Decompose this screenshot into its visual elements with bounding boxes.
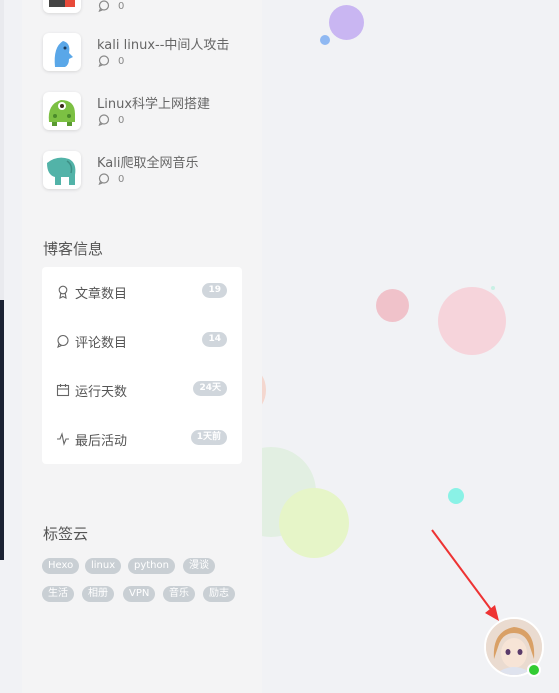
tag[interactable]: 励志 xyxy=(203,586,235,602)
post-meta: 0 xyxy=(98,173,124,185)
post-thumbnail xyxy=(43,0,81,13)
comment-icon xyxy=(98,55,110,67)
info-row-comment-count: 评论数目 14 xyxy=(42,326,242,356)
info-row-last-activity: 最后活动 1天前 xyxy=(42,424,242,454)
comment-icon xyxy=(98,114,110,126)
info-row-running-days: 运行天数 24天 xyxy=(42,375,242,405)
post-meta: 0 xyxy=(98,114,124,126)
comment-icon xyxy=(98,0,110,12)
bg-bubble xyxy=(329,5,364,40)
bg-bubble xyxy=(448,488,464,504)
tag[interactable]: 相册 xyxy=(82,586,114,602)
page-edge-dark xyxy=(0,300,4,560)
calendar-icon xyxy=(56,384,70,397)
post-item[interactable]: Kali爬取全网音乐 0 xyxy=(43,151,258,195)
post-title[interactable]: Linux科学上网搭建 xyxy=(97,93,210,112)
post-thumbnail xyxy=(43,151,81,189)
bg-bubble xyxy=(376,289,409,322)
info-badge: 14 xyxy=(202,332,227,347)
tag[interactable]: linux xyxy=(85,558,122,574)
blog-info-title: 博客信息 xyxy=(43,240,104,258)
post-thumbnail xyxy=(43,33,81,71)
info-label: 运行天数 xyxy=(75,385,128,400)
page-edge xyxy=(0,0,4,300)
info-badge: 19 xyxy=(202,283,227,298)
activity-icon xyxy=(57,432,69,446)
post-thumbnail xyxy=(43,92,81,130)
comment-count: 0 xyxy=(118,55,125,67)
comment-count: 0 xyxy=(118,0,125,12)
tag[interactable]: python xyxy=(128,558,175,574)
tag[interactable]: 音乐 xyxy=(163,586,195,602)
info-badge: 24天 xyxy=(193,381,227,396)
info-label: 最后活动 xyxy=(75,434,128,449)
comment-count: 0 xyxy=(118,114,125,126)
tag[interactable]: 生活 xyxy=(42,586,74,602)
comment-icon xyxy=(57,334,69,348)
tag[interactable]: Hexo xyxy=(42,558,80,574)
bg-bubble xyxy=(320,35,330,45)
post-title[interactable]: Kali爬取全网音乐 xyxy=(97,152,199,171)
post-meta: 0 xyxy=(98,55,124,67)
comment-icon xyxy=(98,173,110,185)
bg-bubble xyxy=(491,286,495,290)
post-meta: 0 xyxy=(98,0,124,12)
info-row-article-count: 文章数目 19 xyxy=(42,277,242,307)
post-item[interactable]: Linux科学上网搭建 0 xyxy=(43,92,258,136)
blog-info-card: 文章数目 19 评论数目 14 运行天数 24天 最后活动 1天前 xyxy=(42,267,242,464)
award-icon xyxy=(58,285,68,299)
info-label: 评论数目 xyxy=(75,336,128,351)
comment-count: 0 xyxy=(118,173,125,185)
online-status-dot xyxy=(527,663,541,677)
tag-cloud-title: 标签云 xyxy=(43,525,89,543)
tag[interactable]: 漫谈 xyxy=(183,558,215,574)
info-label: 文章数目 xyxy=(75,287,128,302)
post-item[interactable]: 0 xyxy=(43,0,258,19)
info-badge: 1天前 xyxy=(190,430,227,445)
tag[interactable]: VPN xyxy=(123,586,156,602)
annotation-arrow xyxy=(431,529,499,621)
post-item[interactable]: kali linux--中间人攻击 0 xyxy=(43,33,258,77)
bg-bubble xyxy=(279,488,349,558)
post-title[interactable]: kali linux--中间人攻击 xyxy=(97,34,229,53)
bg-bubble xyxy=(438,287,506,355)
